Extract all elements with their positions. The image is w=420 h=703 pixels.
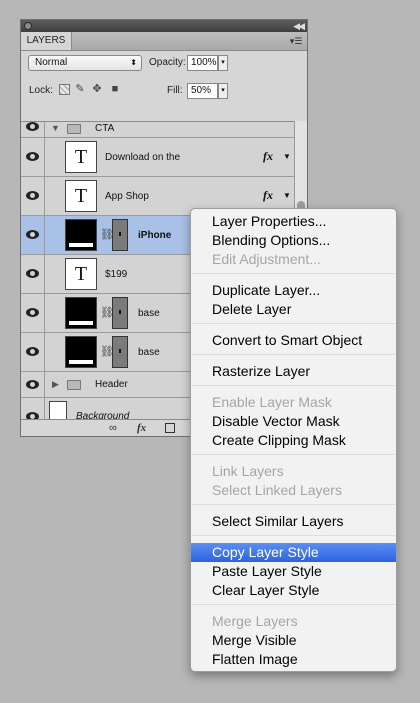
- close-icon[interactable]: [24, 22, 32, 30]
- layer-context-menu: Layer Properties... Blending Options... …: [190, 208, 397, 672]
- layer-name: App Shop: [105, 191, 149, 202]
- menu-clear-layer-style[interactable]: Clear Layer Style: [191, 581, 396, 600]
- menu-duplicate-layer[interactable]: Duplicate Layer...: [191, 281, 396, 300]
- lock-label: Lock:: [29, 85, 53, 96]
- fx-icon[interactable]: fx: [263, 149, 273, 164]
- link-layers-icon[interactable]: ∞: [109, 421, 117, 435]
- menu-separator: [192, 354, 395, 355]
- menu-paste-layer-style[interactable]: Paste Layer Style: [191, 562, 396, 581]
- expand-effects-icon[interactable]: ▼: [283, 191, 291, 200]
- shape-layer-thumbnail: [65, 219, 97, 251]
- fill-field[interactable]: 50%: [187, 83, 218, 99]
- link-chain-icon[interactable]: ⛓: [100, 345, 114, 359]
- fill-label: Fill:: [167, 85, 183, 96]
- link-chain-icon[interactable]: ⛓: [100, 306, 114, 320]
- visibility-eye-icon[interactable]: [21, 138, 45, 176]
- vector-mask-thumbnail[interactable]: [112, 219, 128, 251]
- menu-separator: [192, 604, 395, 605]
- lock-transparent-icon[interactable]: [59, 84, 70, 95]
- vector-mask-thumbnail[interactable]: [112, 336, 128, 368]
- folder-icon: [67, 124, 81, 134]
- menu-layer-properties[interactable]: Layer Properties...: [191, 212, 396, 231]
- tab-layers[interactable]: LAYERS: [21, 32, 72, 50]
- visibility-eye-icon[interactable]: [21, 333, 45, 371]
- menu-link-layers: Link Layers: [212, 463, 284, 479]
- opacity-dropdown-icon[interactable]: ▾: [218, 55, 228, 71]
- tab-bar: LAYERS ▾☰: [21, 32, 307, 51]
- expand-down-icon[interactable]: ▼: [51, 123, 60, 133]
- menu-enable-layer-mask: Enable Layer Mask: [212, 394, 332, 410]
- layer-name: Header: [95, 379, 128, 390]
- menu-separator: [192, 535, 395, 536]
- fx-icon[interactable]: fx: [263, 188, 273, 203]
- menu-copy-layer-style[interactable]: Copy Layer Style: [191, 543, 396, 562]
- shape-layer-thumbnail: [65, 297, 97, 329]
- visibility-eye-icon[interactable]: [21, 255, 45, 293]
- menu-separator: [192, 385, 395, 386]
- menu-separator: [192, 454, 395, 455]
- opacity-field[interactable]: 100%: [187, 55, 218, 71]
- layer-name: base: [138, 347, 160, 358]
- layer-name: base: [138, 308, 160, 319]
- text-layer-thumbnail: T: [65, 141, 97, 173]
- fill-dropdown-icon[interactable]: ▾: [218, 83, 228, 99]
- lock-all-icon[interactable]: ■: [109, 83, 121, 95]
- menu-delete-layer[interactable]: Delete Layer: [191, 300, 396, 319]
- visibility-eye-icon[interactable]: [21, 216, 45, 254]
- visibility-eye-icon[interactable]: [21, 122, 45, 137]
- opacity-label: Opacity:: [149, 57, 186, 68]
- layer-download[interactable]: T Download on the fx ▼: [21, 138, 294, 177]
- menu-blending-options[interactable]: Blending Options...: [191, 231, 396, 250]
- folder-icon: [67, 380, 81, 390]
- text-layer-thumbnail: T: [65, 180, 97, 212]
- menu-merge-layers: Merge Layers: [212, 613, 298, 629]
- menu-convert-smart-object[interactable]: Convert to Smart Object: [191, 331, 396, 350]
- vector-mask-thumbnail[interactable]: [112, 297, 128, 329]
- visibility-eye-icon[interactable]: [21, 294, 45, 332]
- add-mask-icon[interactable]: [165, 423, 175, 433]
- panel-menu-icon[interactable]: ▾☰: [288, 35, 304, 47]
- layer-name: $199: [105, 269, 128, 280]
- blend-mode-value: Normal: [35, 57, 68, 68]
- shape-layer-thumbnail: [65, 336, 97, 368]
- menu-select-linked-layers: Select Linked Layers: [212, 482, 342, 498]
- add-style-icon[interactable]: fx: [137, 421, 146, 435]
- updown-icon: ⬍: [130, 58, 137, 67]
- layer-name: CTA: [95, 123, 115, 134]
- panel-titlebar: ◀◀: [21, 20, 307, 32]
- menu-edit-adjustment: Edit Adjustment...: [212, 251, 321, 267]
- lock-brush-icon[interactable]: ✎: [74, 83, 86, 95]
- menu-rasterize-layer[interactable]: Rasterize Layer: [191, 362, 396, 381]
- menu-create-clipping-mask[interactable]: Create Clipping Mask: [191, 431, 396, 450]
- blend-mode-select[interactable]: Normal ⬍: [28, 55, 142, 71]
- expand-effects-icon[interactable]: ▼: [283, 152, 291, 161]
- menu-disable-vector-mask[interactable]: Disable Vector Mask: [191, 412, 396, 431]
- menu-merge-visible[interactable]: Merge Visible: [191, 631, 396, 650]
- lock-move-icon[interactable]: ✥: [91, 83, 103, 95]
- text-layer-thumbnail: T: [65, 258, 97, 290]
- menu-flatten-image[interactable]: Flatten Image: [191, 650, 396, 669]
- menu-separator: [192, 504, 395, 505]
- menu-separator: [192, 323, 395, 324]
- menu-select-similar-layers[interactable]: Select Similar Layers: [191, 512, 396, 531]
- collapse-icon[interactable]: ◀◀: [293, 20, 305, 32]
- layer-name: Download on the: [105, 152, 181, 163]
- menu-separator: [192, 273, 395, 274]
- visibility-eye-icon[interactable]: [21, 372, 45, 397]
- link-chain-icon[interactable]: ⛓: [100, 228, 114, 242]
- layer-name: iPhone: [138, 230, 172, 241]
- expand-right-icon[interactable]: ▶: [52, 379, 59, 390]
- layer-group-cta[interactable]: ▼ CTA: [21, 122, 294, 138]
- visibility-eye-icon[interactable]: [21, 177, 45, 215]
